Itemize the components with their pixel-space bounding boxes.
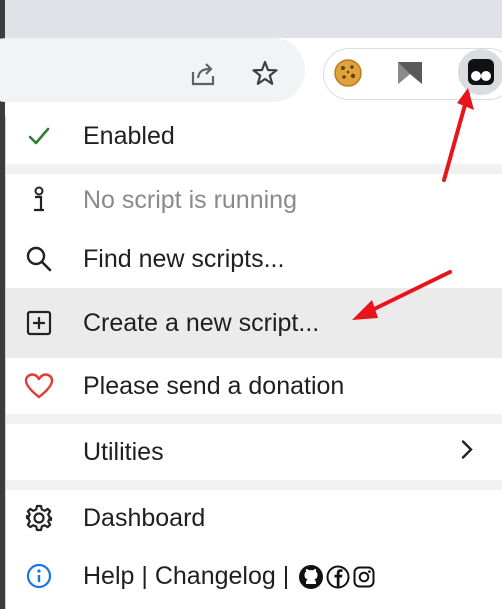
menu-item-no-script: No script is running — [6, 172, 502, 228]
menu-item-label: Please send a donation — [83, 371, 345, 400]
bookmark-flag-icon[interactable] — [392, 55, 428, 91]
menu-item-enabled[interactable]: Enabled — [6, 108, 502, 164]
menu-item-donate[interactable]: Please send a donation — [6, 358, 502, 414]
facebook-icon[interactable] — [326, 565, 350, 589]
changelog-link[interactable]: Changelog — [155, 562, 276, 590]
instagram-icon[interactable] — [352, 565, 376, 589]
menu-item-label: Create a new script... — [83, 308, 320, 337]
link-divider: | — [282, 561, 290, 590]
search-icon — [24, 244, 54, 274]
info-i-icon — [24, 185, 54, 215]
help-link[interactable]: Help — [83, 562, 134, 590]
menu-item-label: Dashboard — [83, 503, 206, 532]
star-icon[interactable] — [247, 55, 283, 91]
menu-separator — [6, 480, 502, 490]
window-edge — [0, 0, 5, 38]
tampermonkey-icon[interactable] — [463, 54, 499, 90]
tab-strip — [0, 0, 502, 38]
menu-item-dashboard[interactable]: Dashboard — [6, 490, 502, 546]
checkmark-icon — [24, 121, 54, 151]
help-links: Help | Changelog | — [83, 562, 376, 591]
chevron-right-icon — [459, 439, 475, 466]
menu-item-help: Help | Changelog | — [6, 548, 502, 604]
tampermonkey-menu: Enabled No script is running Find new sc… — [5, 116, 502, 609]
menu-item-label: No script is running — [83, 185, 297, 214]
menu-item-utilities[interactable]: Utilities — [6, 424, 502, 480]
cookie-icon[interactable] — [330, 55, 366, 91]
plus-box-icon — [24, 308, 54, 338]
share-icon[interactable] — [185, 56, 221, 92]
menu-item-label: Utilities — [83, 437, 164, 466]
link-divider: | — [141, 561, 148, 590]
social-links — [298, 564, 376, 590]
menu-item-create-script[interactable]: Create a new script... — [6, 288, 502, 358]
gear-icon — [24, 503, 54, 533]
menu-item-label: Enabled — [83, 121, 175, 150]
github-icon[interactable] — [298, 564, 324, 590]
menu-item-find-scripts[interactable]: Find new scripts... — [6, 230, 502, 288]
heart-icon — [24, 371, 54, 401]
info-circle-icon — [24, 561, 54, 591]
menu-item-label: Find new scripts... — [83, 244, 285, 273]
browser-toolbar — [0, 38, 502, 116]
menu-separator — [6, 414, 502, 424]
